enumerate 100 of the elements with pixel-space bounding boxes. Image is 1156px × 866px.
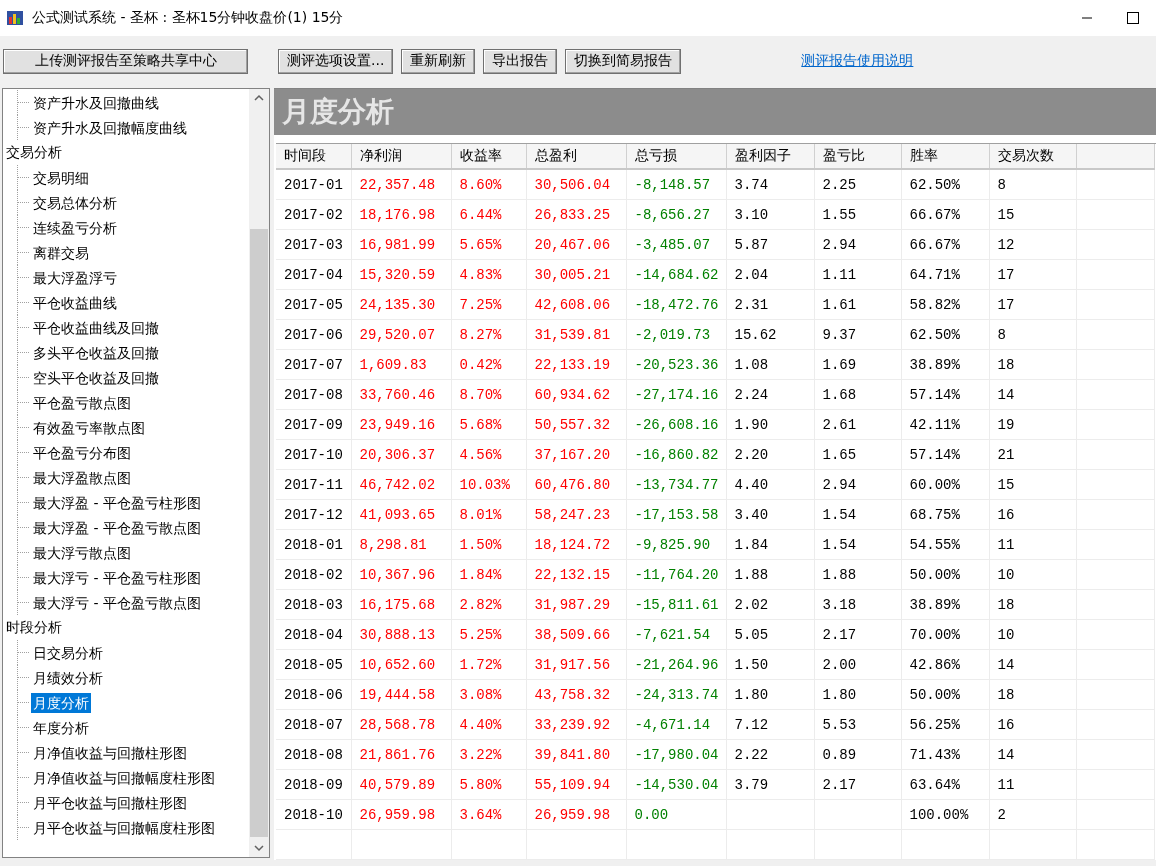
table-cell: 33,239.92 — [534, 716, 611, 733]
table-cell: 2018-07 — [284, 716, 343, 733]
table-cell: -14,530.04 — [634, 776, 719, 793]
table-cell: 41,093.65 — [359, 506, 436, 523]
table-cell: 1.55 — [822, 206, 857, 223]
table-cell: 3.08% — [459, 686, 502, 703]
tree-item[interactable]: 资产升水及回撤曲线 — [31, 92, 161, 113]
column-header[interactable]: 总盈利 — [526, 144, 626, 169]
table-cell: 3.64% — [459, 806, 502, 823]
table-cell: 38.89% — [909, 356, 960, 373]
table-cell: 2.20 — [734, 446, 769, 463]
tree-item[interactable]: 交易总体分析 — [31, 192, 119, 213]
table-cell: -21,264.96 — [634, 656, 719, 673]
tree-item[interactable]: 最大浮盈散点图 — [31, 467, 133, 488]
tree-item[interactable]: 资产升水及回撤幅度曲线 — [31, 117, 189, 138]
table-cell: 15 — [997, 476, 1015, 493]
tree-item[interactable]: 最大浮亏 - 平仓盈亏散点图 — [31, 592, 203, 613]
tree-item[interactable]: 空头平仓收益及回撤 — [31, 367, 161, 388]
scrollbar-thumb[interactable] — [250, 229, 268, 837]
table-cell: 0.42% — [459, 356, 502, 373]
table-cell: -26,608.16 — [634, 416, 719, 433]
table-cell: 1.80 — [822, 686, 857, 703]
tree-item[interactable]: 最大浮亏 - 平仓盈亏柱形图 — [31, 567, 203, 588]
tree-item[interactable]: 月绩效分析 — [31, 667, 105, 688]
column-header[interactable]: 胜率 — [901, 144, 989, 169]
table-cell: -8,656.27 — [634, 206, 711, 223]
tree-item[interactable]: 日交易分析 — [31, 642, 105, 663]
table-cell: 2.22 — [734, 746, 769, 763]
table-cell: 4.83% — [459, 266, 502, 283]
table-cell: 0.00 — [634, 806, 669, 823]
table-cell: 2017-10 — [284, 446, 343, 463]
table-cell: 7.12 — [734, 716, 769, 733]
table-cell: 2018-04 — [284, 626, 343, 643]
tree-item[interactable]: 最大浮亏散点图 — [31, 542, 133, 563]
tree-item[interactable]: 月净值收益与回撤柱形图 — [31, 742, 189, 763]
tree-item[interactable]: 平仓收益曲线 — [31, 292, 119, 313]
report-title: 月度分析 — [282, 94, 394, 130]
table-cell: 18 — [997, 686, 1015, 703]
help-link[interactable]: 测评报告使用说明 — [801, 52, 914, 70]
tree-item[interactable]: 最大浮盈 - 平仓盈亏柱形图 — [31, 492, 203, 513]
column-header[interactable]: 总亏损 — [626, 144, 726, 169]
table-cell: 10 — [997, 626, 1015, 643]
column-header[interactable]: 收益率 — [451, 144, 526, 169]
tree-item[interactable]: 月度分析 — [31, 692, 91, 713]
tree-item[interactable]: 最大浮盈浮亏 — [31, 267, 119, 288]
table-cell: 63.64% — [909, 776, 960, 793]
table-cell: 26,833.25 — [534, 206, 611, 223]
tree-group[interactable]: 时段分析 — [3, 615, 249, 640]
table-cell: 2.61 — [822, 416, 857, 433]
tree-item[interactable]: 平仓盈亏散点图 — [31, 392, 133, 413]
table-cell: 5.65% — [459, 236, 502, 253]
table-cell: 1.50% — [459, 536, 502, 553]
table-cell: 62.50% — [909, 326, 960, 343]
table-cell: 42.11% — [909, 416, 960, 433]
table-cell: 8 — [997, 326, 1006, 343]
tree-item[interactable]: 年度分析 — [31, 717, 91, 738]
toolbar-button[interactable]: 重新刷新 — [401, 48, 476, 74]
tree-item[interactable]: 月净值收益与回撤幅度柱形图 — [31, 767, 217, 788]
table-cell: 2.94 — [822, 476, 857, 493]
table-cell: 5.68% — [459, 416, 502, 433]
column-header[interactable]: 盈利因子 — [726, 144, 814, 169]
column-header[interactable]: 交易次数 — [989, 144, 1076, 169]
table-cell: 1.88 — [822, 566, 857, 583]
table-cell: 16,981.99 — [359, 236, 436, 253]
table-cell: 8.27% — [459, 326, 502, 343]
tree-item[interactable]: 离群交易 — [31, 242, 91, 263]
toolbar-button[interactable]: 测评选项设置... — [278, 48, 394, 74]
table-cell: 18,124.72 — [534, 536, 611, 553]
table-cell: 8 — [997, 176, 1006, 193]
toolbar-button[interactable]: 上传测评报告至策略共享中心 — [3, 48, 248, 74]
tree-item[interactable]: 平仓收益曲线及回撤 — [31, 317, 161, 338]
column-header[interactable]: 盈亏比 — [814, 144, 901, 169]
table-cell: 40,579.89 — [359, 776, 436, 793]
column-header[interactable]: 时间段 — [276, 144, 351, 169]
table-cell: 50,557.32 — [534, 416, 611, 433]
table-cell: 8,298.81 — [359, 536, 427, 553]
tree-item[interactable]: 交易明细 — [31, 167, 91, 188]
column-header[interactable]: 净利润 — [351, 144, 451, 169]
table-cell: 8.60% — [459, 176, 502, 193]
table-cell: 38.89% — [909, 596, 960, 613]
tree-item[interactable]: 最大浮盈 - 平仓盈亏散点图 — [31, 517, 203, 538]
tree-group[interactable]: 交易分析 — [3, 140, 249, 165]
tree-item[interactable]: 有效盈亏率散点图 — [31, 417, 147, 438]
tree-item[interactable]: 平仓盈亏分布图 — [31, 442, 133, 463]
toolbar-button[interactable]: 导出报告 — [483, 48, 558, 74]
maximize-icon[interactable] — [1127, 12, 1139, 24]
table-cell: 66.67% — [909, 236, 960, 253]
tree-item[interactable]: 月平仓收益与回撤柱形图 — [31, 792, 189, 813]
table-cell: 30,888.13 — [359, 626, 436, 643]
table-cell: 17 — [997, 296, 1015, 313]
table-cell: 6.44% — [459, 206, 502, 223]
tree-item[interactable]: 多头平仓收益及回撤 — [31, 342, 161, 363]
tree-item[interactable]: 连续盈亏分析 — [31, 217, 119, 238]
tree-item[interactable]: 月平仓收益与回撤幅度柱形图 — [31, 817, 217, 838]
table-cell: 14 — [997, 746, 1015, 763]
table-cell: 38,509.66 — [534, 626, 611, 643]
window-title: 公式测试系统 - 圣杯 : 圣杯15分钟收盘价(1) 15分 — [32, 9, 345, 27]
toolbar-button[interactable]: 切换到简易报告 — [565, 48, 682, 74]
table-cell: 2018-09 — [284, 776, 343, 793]
table-cell: 22,357.48 — [359, 176, 436, 193]
